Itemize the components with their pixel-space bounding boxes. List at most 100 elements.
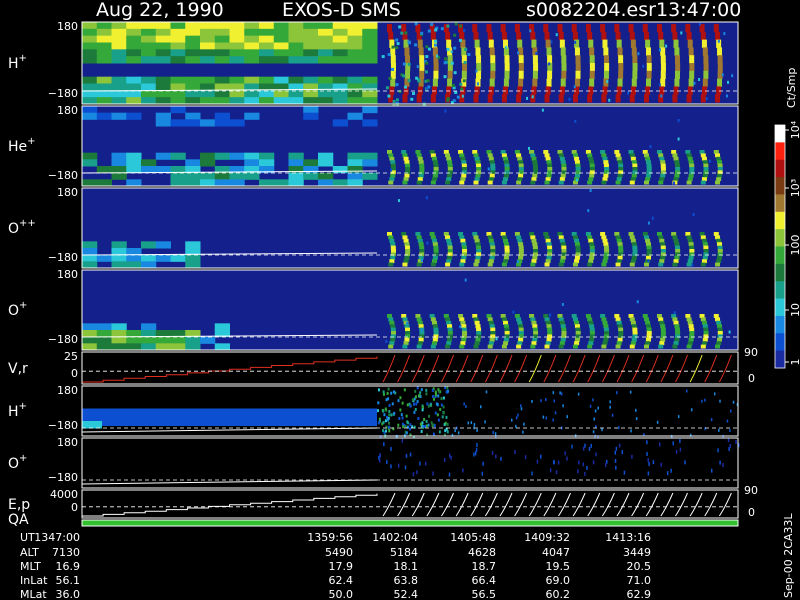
- noise-cell: [446, 386, 449, 390]
- arc-cell: [473, 262, 479, 267]
- arc-cell: [489, 173, 495, 178]
- cell: [82, 49, 98, 57]
- noise-cell: [458, 38, 462, 42]
- arc-cell: [532, 245, 538, 250]
- y-tick-max: 180: [57, 268, 78, 281]
- noise-cell: [392, 390, 395, 394]
- arc-cell: [575, 167, 581, 171]
- cell: [332, 166, 348, 174]
- arc-cell: [716, 320, 722, 325]
- arc-cell: [504, 327, 510, 332]
- arc-cell: [656, 314, 662, 318]
- arc-cell: [659, 259, 665, 264]
- ephemeris-value: 1409:32: [524, 531, 570, 544]
- arc-cell: [673, 86, 679, 95]
- noise-cell: [605, 462, 607, 467]
- noise-cell: [672, 441, 675, 446]
- panel-label: O+: [8, 300, 27, 319]
- arc-cell: [672, 235, 678, 240]
- noise-cell: [728, 330, 731, 334]
- cell: [96, 112, 112, 120]
- arc-cell: [544, 153, 550, 158]
- cell: [288, 159, 304, 167]
- cell: [185, 343, 201, 351]
- arc-cell: [701, 156, 707, 161]
- arc-cell: [402, 317, 408, 322]
- arc-cell: [589, 331, 595, 335]
- noise-cell: [637, 52, 640, 56]
- arc-cell: [501, 153, 507, 158]
- noise-cell: [430, 23, 434, 27]
- arc-cell: [501, 94, 507, 103]
- noise-cell: [385, 86, 389, 90]
- cell: [111, 336, 127, 344]
- arc-cell: [717, 324, 723, 329]
- cell: [155, 83, 171, 91]
- noise-cell: [427, 47, 431, 51]
- arc-cell: [700, 180, 706, 185]
- noise-cell: [454, 429, 456, 433]
- cell: [111, 35, 127, 43]
- arc-cell: [446, 86, 452, 95]
- arc-cell: [703, 245, 709, 250]
- noise-cell: [445, 390, 448, 394]
- cell: [214, 152, 230, 160]
- arc-cell: [433, 245, 439, 250]
- header-file: s0082204.esr: [526, 0, 656, 21]
- arc-cell: [645, 160, 651, 165]
- noise-cell: [385, 429, 388, 433]
- arc-cell: [488, 238, 494, 243]
- arc-cell: [558, 94, 564, 103]
- arc-cell: [388, 153, 394, 158]
- cell: [229, 76, 245, 84]
- noise-cell: [476, 428, 478, 432]
- arc-cell: [431, 177, 437, 182]
- right-tick-max: 90: [744, 346, 758, 359]
- noise-cell: [432, 432, 435, 436]
- arc-cell: [674, 160, 680, 165]
- cell: [155, 49, 171, 57]
- cell: [259, 179, 275, 187]
- arc-cell: [588, 341, 594, 346]
- noise-cell: [427, 423, 430, 427]
- arc-cell: [518, 63, 524, 72]
- arc-cell: [660, 170, 666, 175]
- noise-cell: [616, 391, 618, 395]
- arc-cell: [503, 259, 509, 264]
- footer-tag: Sep-00 2CA33L: [782, 513, 795, 598]
- arc-cell: [660, 70, 666, 80]
- arc-cell: [516, 94, 522, 103]
- arc-cell: [516, 262, 522, 267]
- arc-cell: [615, 31, 621, 41]
- arc-cell: [388, 31, 394, 41]
- arc-cell: [687, 238, 693, 243]
- cell: [170, 179, 186, 187]
- noise-cell: [419, 391, 422, 395]
- arc-cell: [643, 180, 649, 185]
- cell: [126, 35, 142, 43]
- cell: [170, 35, 186, 43]
- noise-cell: [555, 33, 558, 37]
- noise-cell: [576, 178, 579, 182]
- arc-cell: [642, 314, 648, 318]
- arc-cell: [391, 249, 396, 253]
- noise-cell: [434, 39, 438, 43]
- arc-cell: [461, 245, 467, 250]
- cell: [82, 112, 98, 120]
- arc-cell: [532, 160, 538, 165]
- arc-cell: [631, 337, 637, 342]
- ephemeris-value: 3449: [623, 546, 651, 559]
- arc-cell: [486, 232, 492, 236]
- arc-cell: [490, 63, 496, 72]
- cell: [332, 76, 348, 84]
- noise-cell: [425, 392, 428, 396]
- noise-cell: [535, 51, 538, 55]
- cell: [229, 172, 245, 180]
- arc-cell: [530, 317, 536, 322]
- arc-cell: [546, 160, 552, 165]
- noise-cell: [402, 62, 406, 66]
- arc-cell: [603, 324, 609, 329]
- arc-cell: [416, 262, 422, 267]
- noise-cell: [553, 399, 555, 403]
- arc-cell: [518, 245, 524, 250]
